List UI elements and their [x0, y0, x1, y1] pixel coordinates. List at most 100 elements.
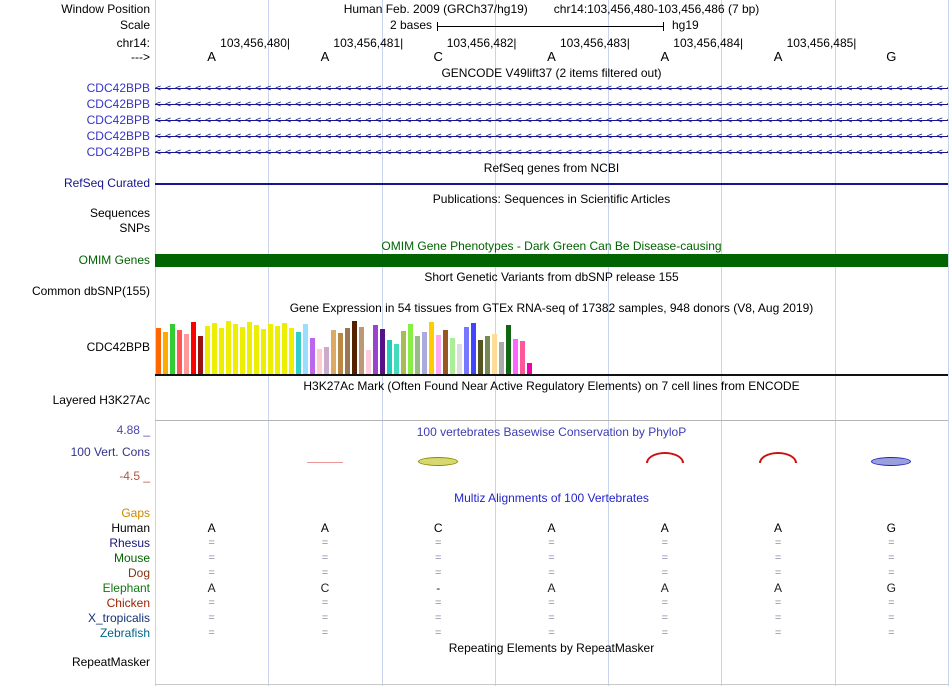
gene-transcript-line[interactable]: <<<<<<<<<<<<<<<<<<<<<<<<<<<<<<<<<<<<<<<<…	[155, 130, 948, 143]
gencode-track-title[interactable]: GENCODE V49lift37 (2 items filtered out)	[155, 66, 948, 80]
gtex-tissue-bar	[429, 322, 434, 374]
alignment-cell: =	[321, 597, 329, 609]
species-label-mouse[interactable]: Mouse	[0, 551, 150, 565]
species-label-gaps[interactable]: Gaps	[0, 506, 150, 520]
phylop-track-label[interactable]: 100 Vert. Cons	[0, 445, 150, 459]
gtex-tissue-bar	[478, 340, 483, 374]
ruler-coordinate: 103,456,484|	[673, 36, 744, 50]
gene-transcript-line[interactable]: <<<<<<<<<<<<<<<<<<<<<<<<<<<<<<<<<<<<<<<<…	[155, 114, 948, 127]
refseq-curated-label[interactable]: RefSeq Curated	[0, 176, 150, 190]
species-label-human[interactable]: Human	[0, 521, 150, 535]
gtex-tissue-bar	[212, 323, 217, 374]
gtex-expression-barchart[interactable]	[156, 316, 946, 374]
alignment-cell: =	[548, 597, 555, 609]
ruler-coordinate: 103,456,481|	[333, 36, 404, 50]
repeatmasker-track-title[interactable]: Repeating Elements by RepeatMasker	[155, 641, 948, 655]
species-label-chicken[interactable]: Chicken	[0, 596, 150, 610]
sequences-track-label[interactable]: Sequences	[0, 206, 150, 220]
gtex-tissue-bar	[471, 323, 476, 374]
gtex-tissue-bar	[226, 321, 231, 374]
multiz-track-title[interactable]: Multiz Alignments of 100 Vertebrates	[155, 491, 948, 505]
gtex-tissue-bar	[282, 323, 287, 374]
gene-transcript-line[interactable]: <<<<<<<<<<<<<<<<<<<<<<<<<<<<<<<<<<<<<<<<…	[155, 82, 948, 95]
phylop-max-value: 4.88 _	[116, 423, 150, 437]
alignment-cell: =	[321, 567, 329, 579]
gtex-tissue-bar	[254, 325, 259, 374]
dbsnp-track-title[interactable]: Short Genetic Variants from dbSNP releas…	[155, 270, 948, 284]
omim-genes-label[interactable]: OMIM Genes	[0, 253, 150, 267]
gene-transcript-line[interactable]: <<<<<<<<<<<<<<<<<<<<<<<<<<<<<<<<<<<<<<<<…	[155, 98, 948, 111]
alignment-cell: =	[661, 612, 668, 624]
omim-track-title[interactable]: OMIM Gene Phenotypes - Dark Green Can Be…	[155, 239, 948, 253]
gtex-tissue-bar	[219, 328, 224, 374]
repeatmasker-track-label[interactable]: RepeatMasker	[0, 655, 150, 669]
gtex-track-title[interactable]: Gene Expression in 54 tissues from GTEx …	[155, 301, 948, 315]
alignment-cell: C	[433, 521, 443, 535]
publications-track-title[interactable]: Publications: Sequences in Scientific Ar…	[155, 192, 948, 206]
h3k27ac-track-bottom-rule	[155, 420, 948, 421]
gtex-tissue-bar	[170, 324, 175, 374]
alignment-cell: =	[434, 567, 442, 579]
gene-label-cdc42bpb[interactable]: CDC42BPB	[0, 145, 150, 159]
gtex-gene-label[interactable]: CDC42BPB	[0, 340, 150, 354]
alignment-cell: G	[886, 521, 897, 535]
reference-base: G	[886, 49, 897, 64]
base-boundary-guide	[948, 0, 949, 686]
gtex-tissue-bar	[387, 340, 392, 374]
gtex-tissue-bar	[436, 335, 441, 374]
alignment-cell: A	[774, 521, 783, 535]
species-label-rhesus[interactable]: Rhesus	[0, 536, 150, 550]
h3k27ac-track-label[interactable]: Layered H3K27Ac	[0, 393, 150, 407]
phylop-track-title[interactable]: 100 vertebrates Basewise Conservation by…	[155, 425, 948, 439]
repeatmasker-track-bottom-rule	[155, 684, 948, 685]
h3k27ac-track-title[interactable]: H3K27Ac Mark (Often Found Near Active Re…	[155, 379, 948, 393]
alignment-cell: =	[208, 567, 215, 579]
species-label-x-tropicalis[interactable]: X_tropicalis	[0, 611, 150, 625]
refseq-track-title[interactable]: RefSeq genes from NCBI	[155, 161, 948, 175]
alignment-cell: A	[207, 521, 216, 535]
gene-transcript-line[interactable]: <<<<<<<<<<<<<<<<<<<<<<<<<<<<<<<<<<<<<<<<…	[155, 146, 948, 159]
gtex-tissue-bar	[401, 331, 406, 374]
chromosome-label: chr14:	[116, 36, 150, 50]
alignment-cell: =	[208, 597, 215, 609]
gtex-tissue-bar	[261, 329, 266, 374]
gene-label-cdc42bpb[interactable]: CDC42BPB	[0, 97, 150, 111]
gtex-tissue-bar	[443, 330, 448, 374]
phylop-arc-mark	[645, 452, 684, 463]
scale-bar	[437, 22, 664, 31]
strand-direction-arrows: <<<<<<<<<<<<<<<<<<<<<<<<<<<<<<<<<<<<<<<<…	[155, 115, 948, 126]
alignment-cell: A	[660, 581, 669, 595]
header-title: Human Feb. 2009 (GRCh37/hg19) chr14:103,…	[155, 2, 948, 16]
gtex-tissue-bar	[513, 339, 518, 374]
alignment-cell: A	[547, 581, 556, 595]
gene-label-cdc42bpb[interactable]: CDC42BPB	[0, 129, 150, 143]
alignment-cell: =	[208, 627, 215, 639]
species-label-elephant[interactable]: Elephant	[0, 581, 150, 595]
alignment-cell: C	[320, 581, 330, 595]
window-position-label: Window Position	[61, 2, 150, 16]
omim-gene-bar[interactable]	[155, 254, 948, 267]
phylop-lens-mark	[871, 457, 912, 466]
gtex-tissue-bar	[485, 336, 490, 374]
snps-track-label[interactable]: SNPs	[0, 221, 150, 235]
alignment-cell: =	[888, 627, 895, 639]
gtex-tissue-bar	[352, 321, 357, 374]
alignment-cell: =	[434, 597, 442, 609]
ruler-coordinate: 103,456,485|	[786, 36, 857, 50]
dbsnp-track-label[interactable]: Common dbSNP(155)	[0, 284, 150, 298]
reference-base: A	[773, 49, 783, 64]
alignment-cell: =	[321, 627, 329, 639]
ruler-coordinate: 103,456,483|	[559, 36, 630, 50]
reference-base: A	[660, 49, 670, 64]
phylop-min-value: -4.5 _	[119, 469, 150, 483]
gene-label-cdc42bpb[interactable]: CDC42BPB	[0, 113, 150, 127]
refseq-gene-bar[interactable]	[155, 183, 948, 185]
gene-label-cdc42bpb[interactable]: CDC42BPB	[0, 81, 150, 95]
gtex-tissue-bar	[345, 328, 350, 374]
gtex-tissue-bar	[359, 327, 364, 374]
position-range: chr14:103,456,480-103,456,486 (7 bp)	[553, 2, 760, 16]
species-label-zebrafish[interactable]: Zebrafish	[0, 626, 150, 640]
strand-direction-arrows: <<<<<<<<<<<<<<<<<<<<<<<<<<<<<<<<<<<<<<<<…	[155, 131, 948, 142]
gtex-tissue-bar	[191, 322, 196, 374]
species-label-dog[interactable]: Dog	[0, 566, 150, 580]
